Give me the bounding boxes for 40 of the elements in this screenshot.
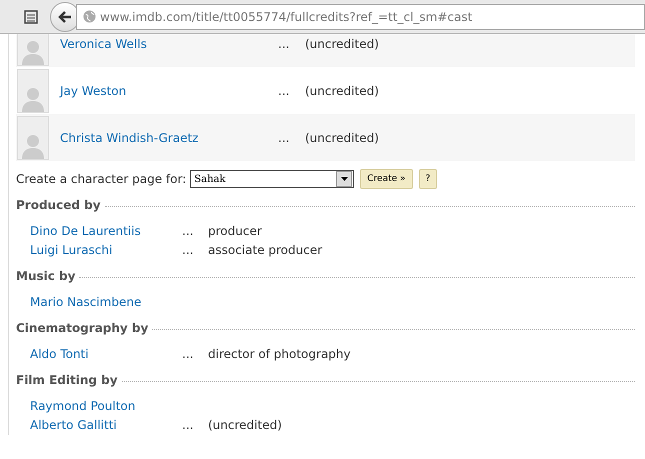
role-text: director of photography bbox=[208, 346, 351, 360]
person-link[interactable]: Mario Nascimbene bbox=[30, 294, 182, 308]
dropdown-arrow-icon bbox=[340, 177, 348, 181]
role-text: (uncredited) bbox=[305, 130, 379, 144]
role-text: associate producer bbox=[208, 242, 322, 256]
section-heading: Cinematography by bbox=[16, 321, 148, 335]
address-bar[interactable]: www.imdb.com/title/tt0055774/fullcredits?ref_=tt_cl_sm#cast bbox=[76, 4, 645, 30]
person-silhouette-icon bbox=[21, 86, 45, 112]
ellipsis-text: ... bbox=[182, 418, 194, 432]
reading-list-icon[interactable] bbox=[24, 10, 38, 24]
section-heading: Music by bbox=[16, 269, 76, 283]
character-page-label: Create a character page for: bbox=[16, 172, 186, 186]
character-select[interactable]: Sahak bbox=[190, 170, 354, 188]
role-text: (uncredited) bbox=[305, 84, 379, 98]
create-button[interactable]: Create » bbox=[360, 169, 413, 189]
url-text: www.imdb.com/title/tt0055774/fullcredits?ref_=tt_cl_sm#cast bbox=[100, 10, 472, 24]
ellipsis-text: ... bbox=[278, 130, 290, 144]
globe-icon bbox=[83, 10, 96, 23]
person-link[interactable]: Aldo Tonti bbox=[30, 346, 182, 360]
role-text: (uncredited) bbox=[208, 418, 282, 432]
help-button[interactable]: ? bbox=[418, 169, 438, 189]
section-heading: Film Editing by bbox=[16, 373, 118, 387]
person-link[interactable]: Dino De Laurentiis bbox=[30, 224, 182, 238]
person-silhouette-icon bbox=[21, 38, 45, 64]
ellipsis-text: ... bbox=[182, 242, 194, 256]
ellipsis-text: ... bbox=[182, 224, 194, 238]
actor-link[interactable]: Jay Weston bbox=[60, 84, 278, 98]
section-heading: Produced by bbox=[16, 198, 101, 212]
ellipsis-text: ... bbox=[182, 346, 194, 360]
person-link[interactable]: Alberto Gallitti bbox=[30, 418, 182, 432]
ellipsis-text: ... bbox=[278, 36, 290, 50]
actor-link[interactable]: Veronica Wells bbox=[60, 36, 278, 50]
person-silhouette-icon bbox=[21, 132, 45, 158]
person-link[interactable]: Raymond Poulton bbox=[30, 398, 182, 412]
role-text: producer bbox=[208, 224, 262, 238]
ellipsis-text: ... bbox=[278, 84, 290, 98]
actor-link[interactable]: Christa Windish-Graetz bbox=[60, 130, 278, 144]
role-text: (uncredited) bbox=[305, 36, 379, 50]
back-arrow-icon bbox=[57, 10, 73, 24]
person-link[interactable]: Luigi Luraschi bbox=[30, 242, 182, 256]
